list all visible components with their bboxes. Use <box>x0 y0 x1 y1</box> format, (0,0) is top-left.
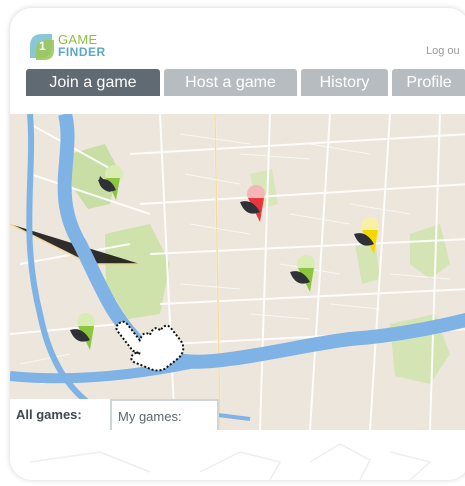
logo-icon: 1 <box>30 34 54 60</box>
tab-profile[interactable]: Profile <box>392 69 465 96</box>
tab-join-a-game[interactable]: Join a game <box>26 69 160 96</box>
park-area <box>355 239 380 284</box>
game-map[interactable] <box>10 114 465 430</box>
tab-host-a-game[interactable]: Host a game <box>164 69 297 96</box>
map-marker-red[interactable] <box>240 185 265 222</box>
footer-area <box>10 432 465 480</box>
game-filter-tabs: All games: My games: <box>10 399 465 432</box>
game-finder-logo: 1 GAME FINDER <box>26 28 116 64</box>
footer-decoration <box>29 443 432 480</box>
app-card: 1 GAME FINDER Log ou Join a game Host a … <box>10 8 465 480</box>
map-marker-green-2[interactable] <box>290 255 315 292</box>
main-tabs: Join a game Host a game History Profile <box>26 69 465 96</box>
map-canvas <box>10 114 465 430</box>
tab-history[interactable]: History <box>301 69 388 96</box>
logo-text-finder: FINDER <box>58 45 106 59</box>
park-area <box>410 224 450 279</box>
tab-all-games[interactable]: All games: <box>10 399 112 430</box>
svg-text:1: 1 <box>39 39 46 53</box>
tab-my-games[interactable]: My games: <box>111 399 219 430</box>
map-marker-green-3[interactable] <box>70 313 95 350</box>
logout-link[interactable]: Log ou <box>426 45 460 57</box>
